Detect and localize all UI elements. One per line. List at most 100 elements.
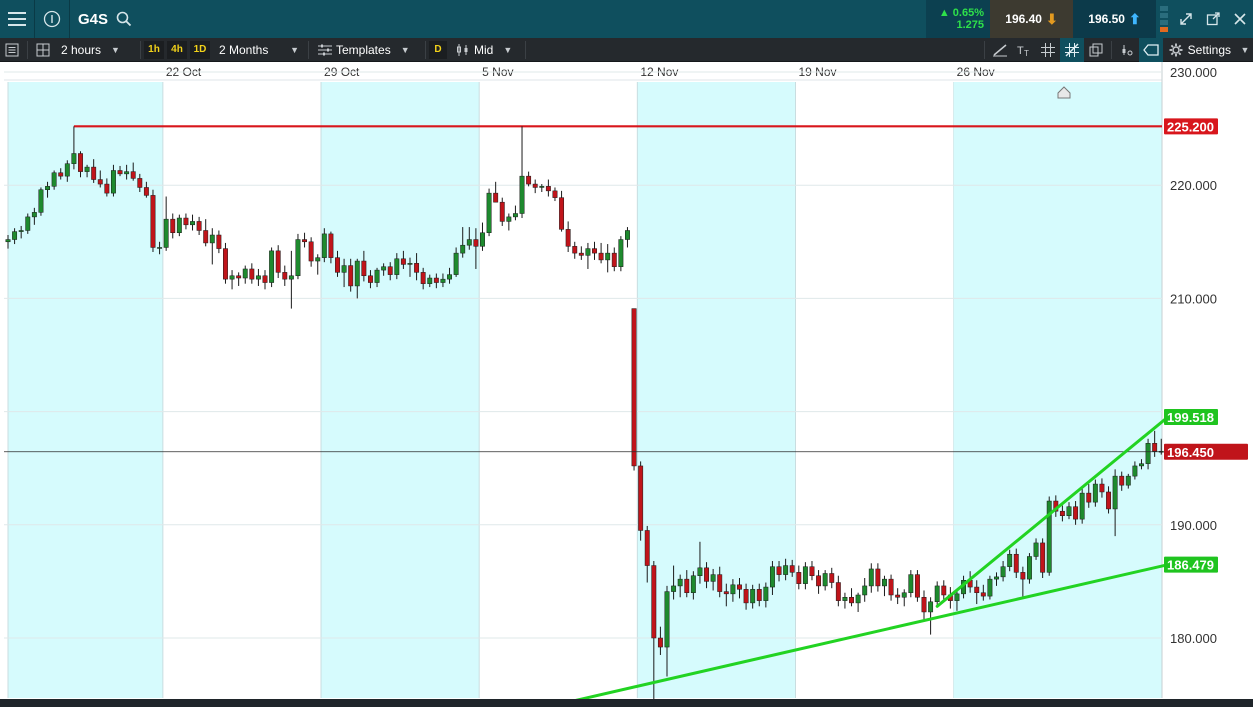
- candle-down: [420, 272, 426, 284]
- candles-icon: [456, 43, 470, 57]
- candle-up: [1027, 556, 1032, 580]
- candle-down: [526, 175, 532, 185]
- expand-icon[interactable]: [1172, 0, 1199, 38]
- candle-down: [651, 565, 657, 639]
- info-icon[interactable]: [35, 0, 69, 38]
- buy-button[interactable]: 196.50 ⬆: [1073, 0, 1156, 38]
- candle-up: [677, 578, 683, 587]
- crosshair-grid-icon[interactable]: [1059, 37, 1084, 62]
- candle-up: [374, 269, 380, 283]
- separator: [425, 40, 426, 59]
- sell-button[interactable]: 196.40 ⬇: [990, 0, 1073, 38]
- candle-down: [611, 252, 617, 267]
- candle-up: [157, 247, 163, 249]
- candle-up: [1125, 475, 1131, 486]
- y-tick-label: 190.000: [1170, 518, 1217, 533]
- candle-down: [433, 277, 439, 283]
- draw-line-icon[interactable]: [988, 38, 1012, 62]
- d-badge[interactable]: D: [429, 40, 447, 59]
- separator: [27, 40, 28, 59]
- candle-down: [97, 179, 103, 185]
- candle-down: [58, 172, 64, 177]
- candle-up: [12, 231, 18, 240]
- candle-up: [341, 265, 347, 273]
- candle-up: [110, 170, 116, 194]
- candle-up: [229, 275, 235, 280]
- candle-up: [855, 594, 861, 604]
- candle-up: [928, 601, 934, 613]
- interval-select[interactable]: 2 hours ▼: [55, 38, 137, 62]
- close-icon[interactable]: [1226, 0, 1253, 38]
- current-price-label: 196.450: [1167, 445, 1214, 460]
- candle-up: [51, 172, 57, 187]
- candle-up: [664, 591, 670, 648]
- candle-down: [275, 250, 281, 273]
- list-icon[interactable]: [0, 38, 24, 62]
- candle-down: [130, 171, 136, 179]
- candle-up: [255, 275, 261, 280]
- candle-up: [822, 573, 828, 587]
- candle-down: [1152, 443, 1158, 452]
- candle-down: [565, 229, 571, 247]
- range-select[interactable]: 2 Months ▼: [213, 38, 305, 62]
- candle-down: [183, 217, 189, 226]
- change-percent: ▲ 0.65%: [938, 7, 984, 19]
- candle-up: [901, 592, 907, 598]
- candle-down: [117, 170, 123, 175]
- candle-down: [723, 591, 729, 595]
- candle-up: [453, 252, 459, 275]
- candle-up: [1139, 463, 1144, 467]
- candle-up: [45, 186, 50, 190]
- menu-icon[interactable]: [0, 0, 34, 38]
- caret-down-icon: ▼: [290, 44, 299, 55]
- templates-select[interactable]: Templates ▼: [312, 38, 422, 62]
- candle-up: [671, 585, 677, 592]
- candle-up: [295, 239, 301, 277]
- candle-down: [262, 275, 268, 283]
- sell-price: 196.40: [1005, 12, 1042, 26]
- candle-down: [308, 241, 314, 262]
- candle-up: [18, 230, 24, 232]
- candle-up: [1132, 465, 1138, 477]
- settings-button[interactable]: Settings: [1163, 43, 1237, 57]
- candlestick-chart[interactable]: 22 Oct 29 Oct 5 Nov 12 Nov 19 Nov 26 Nov 230.0…: [0, 62, 1253, 707]
- pointer-icon[interactable]: [1115, 38, 1139, 62]
- svg-text:T: T: [1017, 45, 1024, 57]
- copy-icon[interactable]: [1084, 38, 1108, 62]
- grid-icon[interactable]: [1036, 38, 1060, 62]
- candle-down: [796, 572, 802, 584]
- candle-down: [552, 190, 558, 198]
- candle-up: [882, 578, 887, 587]
- change-absolute: 1.275: [956, 19, 984, 31]
- candle-down: [1086, 492, 1092, 503]
- label-tag-icon[interactable]: [1138, 37, 1163, 62]
- chart-area[interactable]: 22 Oct 29 Oct 5 Nov 12 Nov 19 Nov 26 Nov 230.0…: [0, 62, 1253, 707]
- quick-interval-4h[interactable]: 4h: [167, 40, 187, 59]
- price-type-select[interactable]: Mid ▼: [450, 38, 522, 62]
- candle-up: [466, 239, 472, 246]
- search-icon[interactable]: [116, 11, 132, 27]
- instrument-symbol[interactable]: G4S: [78, 11, 108, 28]
- candle-up: [31, 212, 37, 218]
- week-band: [637, 82, 796, 698]
- popout-icon[interactable]: [1199, 0, 1226, 38]
- layout-icon[interactable]: [31, 38, 55, 62]
- candle-up: [1000, 566, 1006, 578]
- candle-down: [91, 166, 97, 180]
- candle-down: [1106, 491, 1111, 510]
- candle-up: [394, 258, 400, 275]
- text-tool-icon[interactable]: TT: [1012, 38, 1036, 62]
- signal-strength-icon: [1156, 0, 1172, 38]
- candle-up: [519, 175, 525, 214]
- candle-up: [354, 260, 360, 287]
- trend-line-label: 186.479: [1167, 558, 1214, 573]
- candle-down: [150, 195, 156, 248]
- caret-down-icon[interactable]: ▼: [1237, 38, 1253, 62]
- candle-down: [644, 530, 650, 566]
- candle-up: [730, 584, 736, 595]
- candle-up: [1007, 553, 1013, 567]
- candle-up: [763, 586, 769, 601]
- quick-interval-1d[interactable]: 1D: [190, 40, 210, 59]
- candle-down: [203, 230, 209, 244]
- quick-interval-1h[interactable]: 1h: [144, 40, 164, 59]
